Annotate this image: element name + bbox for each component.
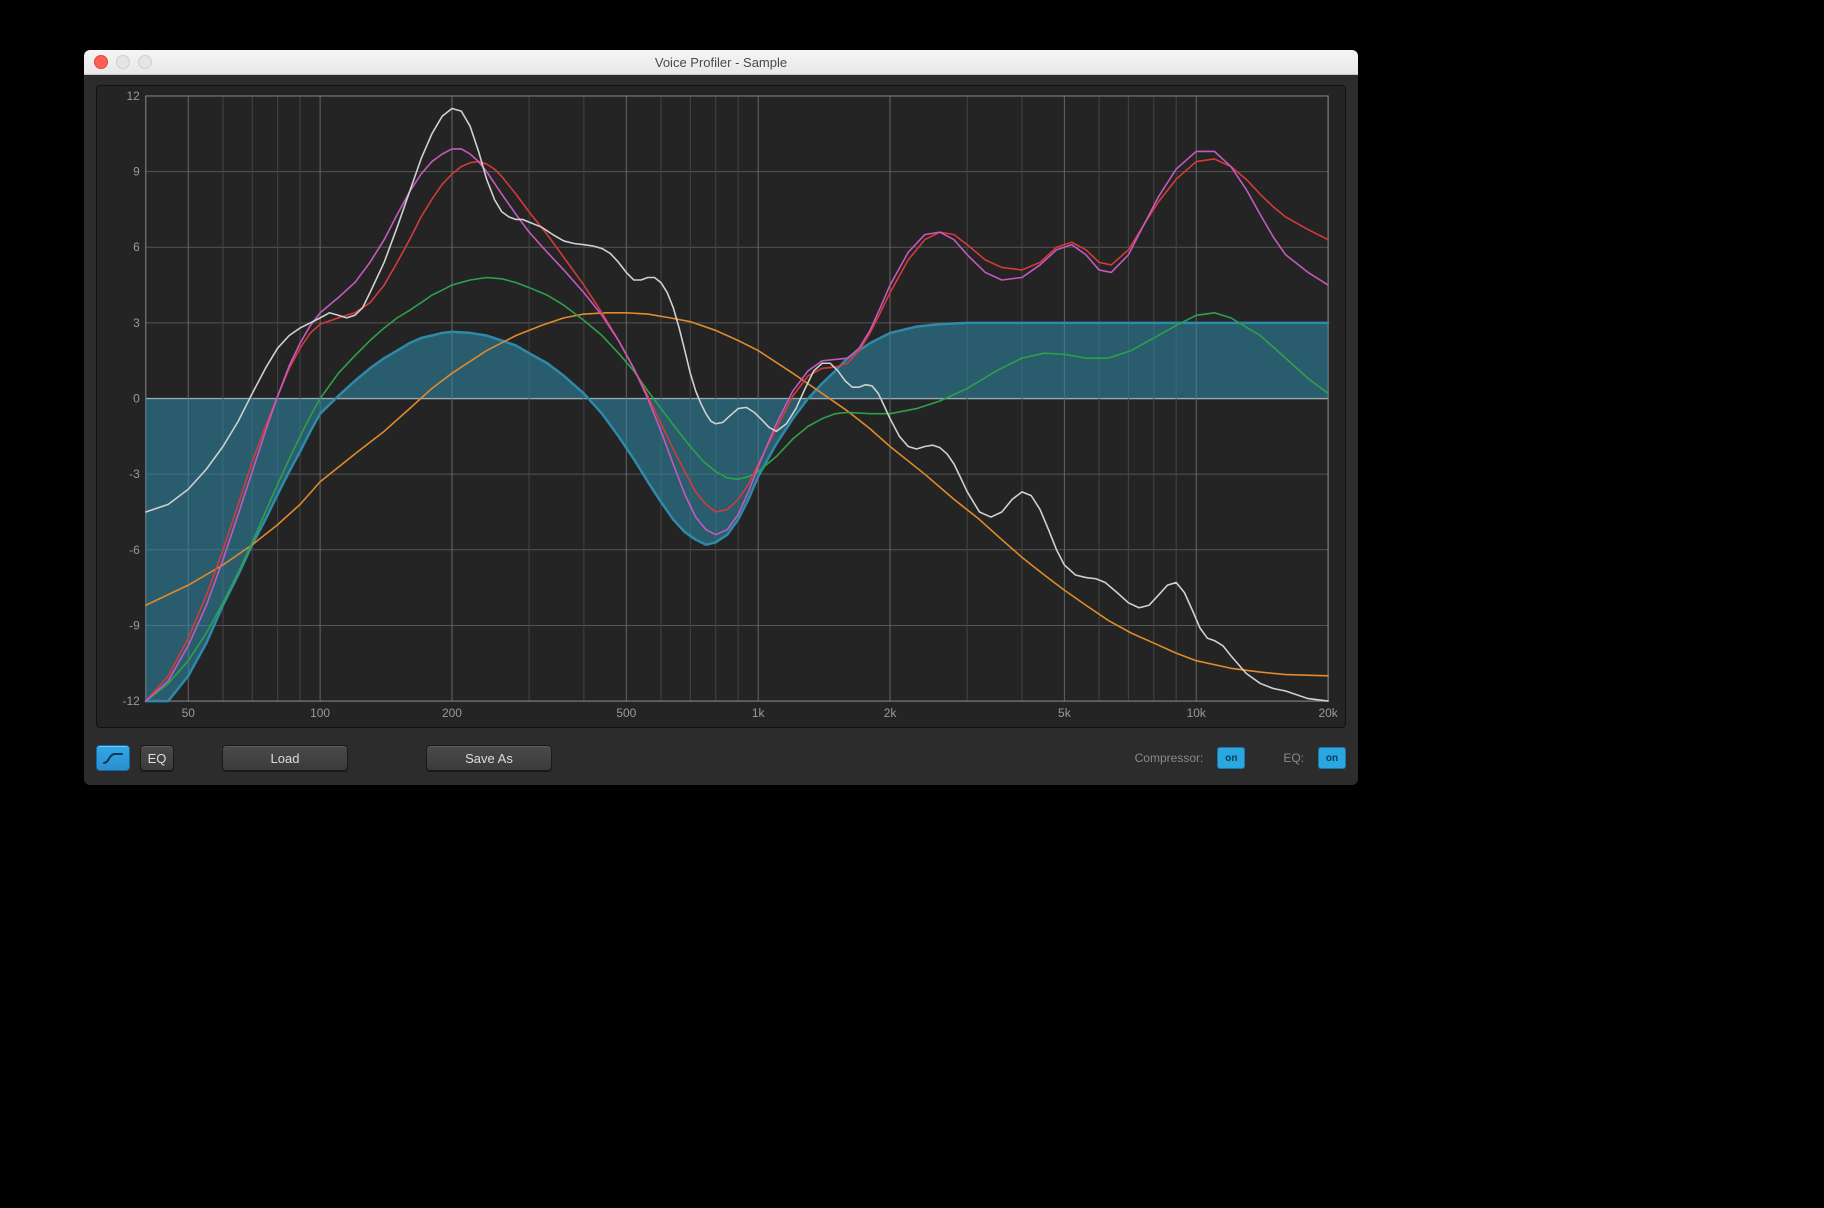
compressor-label: Compressor: xyxy=(1135,751,1204,765)
svg-text:-9: -9 xyxy=(129,618,140,632)
svg-text:3: 3 xyxy=(133,316,140,330)
svg-text:1k: 1k xyxy=(752,706,765,720)
curve-view-button[interactable] xyxy=(96,745,130,771)
svg-text:2k: 2k xyxy=(884,706,897,720)
eq-label: EQ: xyxy=(1283,751,1304,765)
svg-text:50: 50 xyxy=(182,706,196,720)
svg-text:12: 12 xyxy=(127,89,141,103)
svg-text:5k: 5k xyxy=(1058,706,1071,720)
app-window: Voice Profiler - Sample -12 -9 -6 -3 0 3 6 9 12 5… xyxy=(84,50,1358,785)
save-as-button[interactable]: Save As xyxy=(426,745,552,771)
svg-text:100: 100 xyxy=(310,706,330,720)
titlebar: Voice Profiler - Sample xyxy=(84,50,1358,75)
svg-text:6: 6 xyxy=(133,240,140,254)
svg-text:9: 9 xyxy=(133,165,140,179)
svg-text:-3: -3 xyxy=(129,467,140,481)
svg-text:-12: -12 xyxy=(123,694,141,708)
minimize-icon xyxy=(116,55,130,69)
compressor-toggle[interactable]: on xyxy=(1217,747,1245,769)
spectrum-chart[interactable]: -12 -9 -6 -3 0 3 6 9 12 50 100 200 500 1k 2k 5k 10k 20k xyxy=(96,85,1346,728)
svg-text:200: 200 xyxy=(442,706,462,720)
svg-text:10k: 10k xyxy=(1187,706,1206,720)
close-icon[interactable] xyxy=(94,55,108,69)
zoom-icon xyxy=(138,55,152,69)
svg-text:500: 500 xyxy=(616,706,636,720)
eq-toggle[interactable]: on xyxy=(1318,747,1346,769)
svg-text:-6: -6 xyxy=(129,543,140,557)
eq-button[interactable]: EQ xyxy=(140,745,174,771)
load-button[interactable]: Load xyxy=(222,745,348,771)
svg-text:0: 0 xyxy=(133,392,140,406)
svg-text:20k: 20k xyxy=(1318,706,1337,720)
window-title: Voice Profiler - Sample xyxy=(84,55,1358,70)
toolbar: EQ Load Save As Compressor: on EQ: on xyxy=(96,742,1346,774)
